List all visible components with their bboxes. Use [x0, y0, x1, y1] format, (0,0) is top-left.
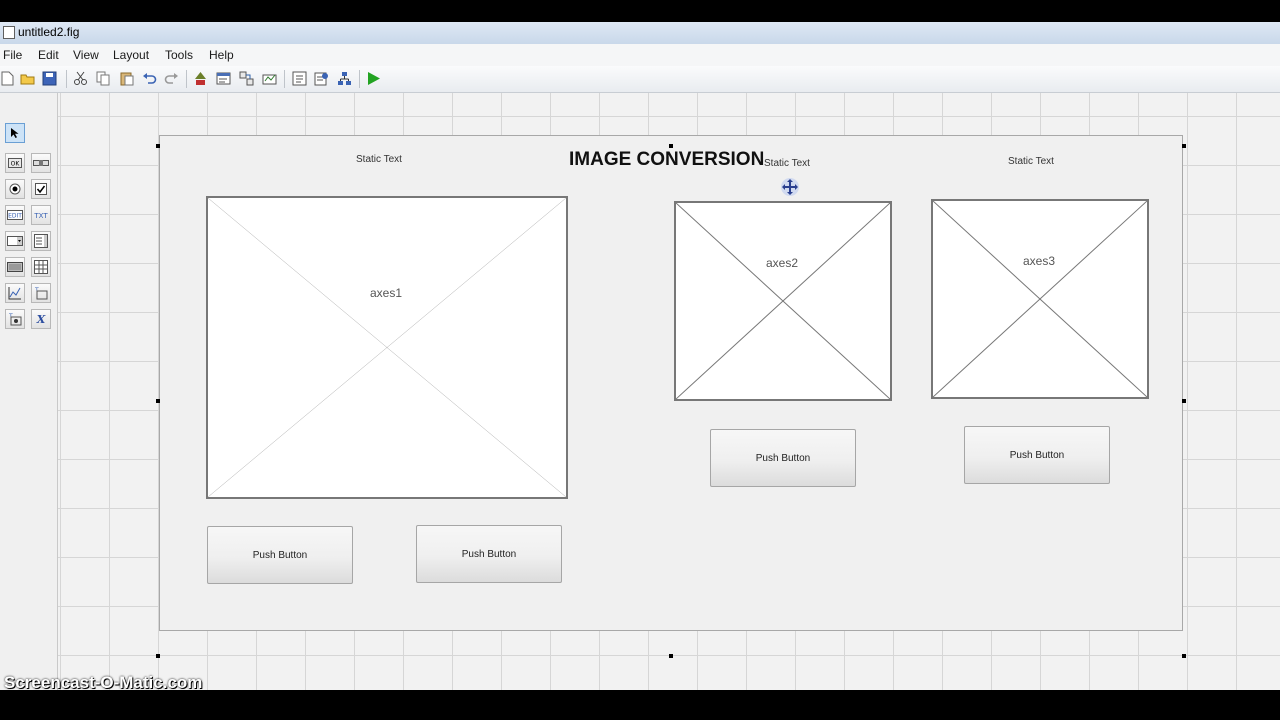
- svg-text:EDIT: EDIT: [8, 213, 22, 220]
- figure-area[interactable]: Static Text Static Text Static Text axes…: [159, 135, 1183, 631]
- toggle-button-tool[interactable]: [5, 257, 25, 277]
- popup-menu-tool[interactable]: [5, 231, 25, 251]
- axes3[interactable]: axes3: [931, 199, 1149, 399]
- move-cursor-icon: [781, 178, 799, 196]
- tab-order-icon[interactable]: [239, 71, 254, 86]
- push-button-icon: OK: [8, 158, 22, 168]
- new-icon[interactable]: [0, 71, 15, 86]
- slider-icon: [33, 160, 49, 166]
- popup-menu-icon: [7, 236, 23, 246]
- menu-editor-icon[interactable]: [216, 71, 231, 86]
- button-group-icon: T: [8, 313, 22, 326]
- static-text-2[interactable]: Static Text: [764, 158, 810, 169]
- panel-tool[interactable]: T: [31, 283, 51, 303]
- svg-text:TXT: TXT: [33, 212, 48, 220]
- listbox-icon: [34, 234, 48, 248]
- watermark: Screencast-O-Matic.com: [4, 673, 203, 692]
- letterbox-bar: [0, 690, 1280, 720]
- redo-icon[interactable]: [164, 71, 179, 86]
- selection-handle[interactable]: [1182, 654, 1186, 658]
- axes-placeholder-cross: [676, 203, 890, 399]
- toolbar: [0, 66, 1280, 93]
- menu-edit[interactable]: Edit: [38, 48, 59, 62]
- save-icon[interactable]: [42, 71, 57, 86]
- menu-view[interactable]: View: [73, 48, 99, 62]
- axes-placeholder-cross: [208, 198, 566, 497]
- title-bar: untitled2.fig: [0, 22, 1280, 45]
- menu-layout[interactable]: Layout: [113, 48, 149, 62]
- select-tool[interactable]: [5, 123, 25, 143]
- paste-icon[interactable]: [119, 71, 134, 86]
- object-browser-icon[interactable]: [337, 71, 352, 86]
- open-icon[interactable]: [20, 71, 35, 86]
- axes3-label: axes3: [1023, 254, 1056, 268]
- listbox-tool[interactable]: [31, 231, 51, 251]
- copy-icon[interactable]: [96, 71, 111, 86]
- menu-help[interactable]: Help: [209, 48, 234, 62]
- radio-button-icon: [9, 183, 21, 195]
- axes-tool[interactable]: [5, 283, 25, 303]
- axes2[interactable]: axes2: [674, 201, 892, 401]
- align-icon[interactable]: [193, 71, 208, 86]
- checkbox-icon: [35, 183, 47, 195]
- static-text-1[interactable]: Static Text: [356, 154, 402, 165]
- selection-handle[interactable]: [1182, 399, 1186, 403]
- menu-bar: File Edit View Layout Tools Help: [0, 44, 1280, 66]
- axes1-label: axes1: [370, 286, 403, 300]
- arrow-cursor-icon: [11, 128, 19, 138]
- static-text-icon: TXT: [33, 212, 48, 220]
- axes1[interactable]: axes1: [206, 196, 568, 499]
- cut-icon[interactable]: [73, 71, 88, 86]
- toolbar-separator: [359, 70, 360, 88]
- button-group-tool[interactable]: T: [5, 309, 25, 329]
- component-palette: OK EDIT TXT T T X: [0, 93, 58, 690]
- selection-handle[interactable]: [1182, 144, 1186, 148]
- checkbox-tool[interactable]: [31, 179, 51, 199]
- undo-icon[interactable]: [142, 71, 157, 86]
- edit-text-tool[interactable]: EDIT: [5, 205, 25, 225]
- menu-file[interactable]: File: [3, 48, 22, 62]
- axes-icon: [8, 287, 21, 300]
- static-text-3[interactable]: Static Text: [1008, 156, 1054, 167]
- toolbar-separator: [66, 70, 67, 88]
- title-static-text[interactable]: IMAGE CONVERSION: [569, 149, 764, 171]
- push-button-4[interactable]: Push Button: [964, 426, 1110, 484]
- selection-handle[interactable]: [669, 654, 673, 658]
- table-tool[interactable]: [31, 257, 51, 277]
- fig-file-icon: [3, 26, 15, 39]
- property-inspector-icon[interactable]: [314, 71, 329, 86]
- selection-handle[interactable]: [156, 654, 160, 658]
- radio-button-tool[interactable]: [5, 179, 25, 199]
- selection-handle[interactable]: [669, 144, 673, 148]
- selection-handle[interactable]: [156, 144, 160, 148]
- toggle-button-icon: [7, 262, 23, 272]
- edit-text-icon: EDIT: [7, 210, 23, 220]
- axes-placeholder-cross: [933, 201, 1147, 397]
- activex-icon: X: [36, 313, 46, 326]
- svg-text:X: X: [36, 313, 46, 326]
- slider-tool[interactable]: [31, 153, 51, 173]
- toolbar-separator: [284, 70, 285, 88]
- window-title: untitled2.fig: [18, 25, 80, 39]
- guide-window: untitled2.fig File Edit View Layout Tool…: [0, 22, 1280, 690]
- table-icon: [34, 260, 48, 274]
- static-text-tool[interactable]: TXT: [31, 205, 51, 225]
- toolbar-separator: [186, 70, 187, 88]
- menu-tools[interactable]: Tools: [165, 48, 193, 62]
- toolbar-editor-icon[interactable]: [262, 71, 277, 86]
- editor-icon[interactable]: [292, 71, 307, 86]
- selection-handle[interactable]: [156, 399, 160, 403]
- axes2-label: axes2: [766, 256, 799, 270]
- push-button-tool[interactable]: OK: [5, 153, 25, 173]
- svg-text:OK: OK: [11, 161, 21, 168]
- panel-icon: T: [34, 287, 48, 300]
- run-icon[interactable]: [366, 71, 381, 86]
- push-button-2[interactable]: Push Button: [416, 525, 562, 583]
- push-button-1[interactable]: Push Button: [207, 526, 353, 584]
- activex-tool[interactable]: X: [31, 309, 51, 329]
- layout-area[interactable]: Static Text Static Text Static Text axes…: [58, 93, 1280, 690]
- push-button-3[interactable]: Push Button: [710, 429, 856, 487]
